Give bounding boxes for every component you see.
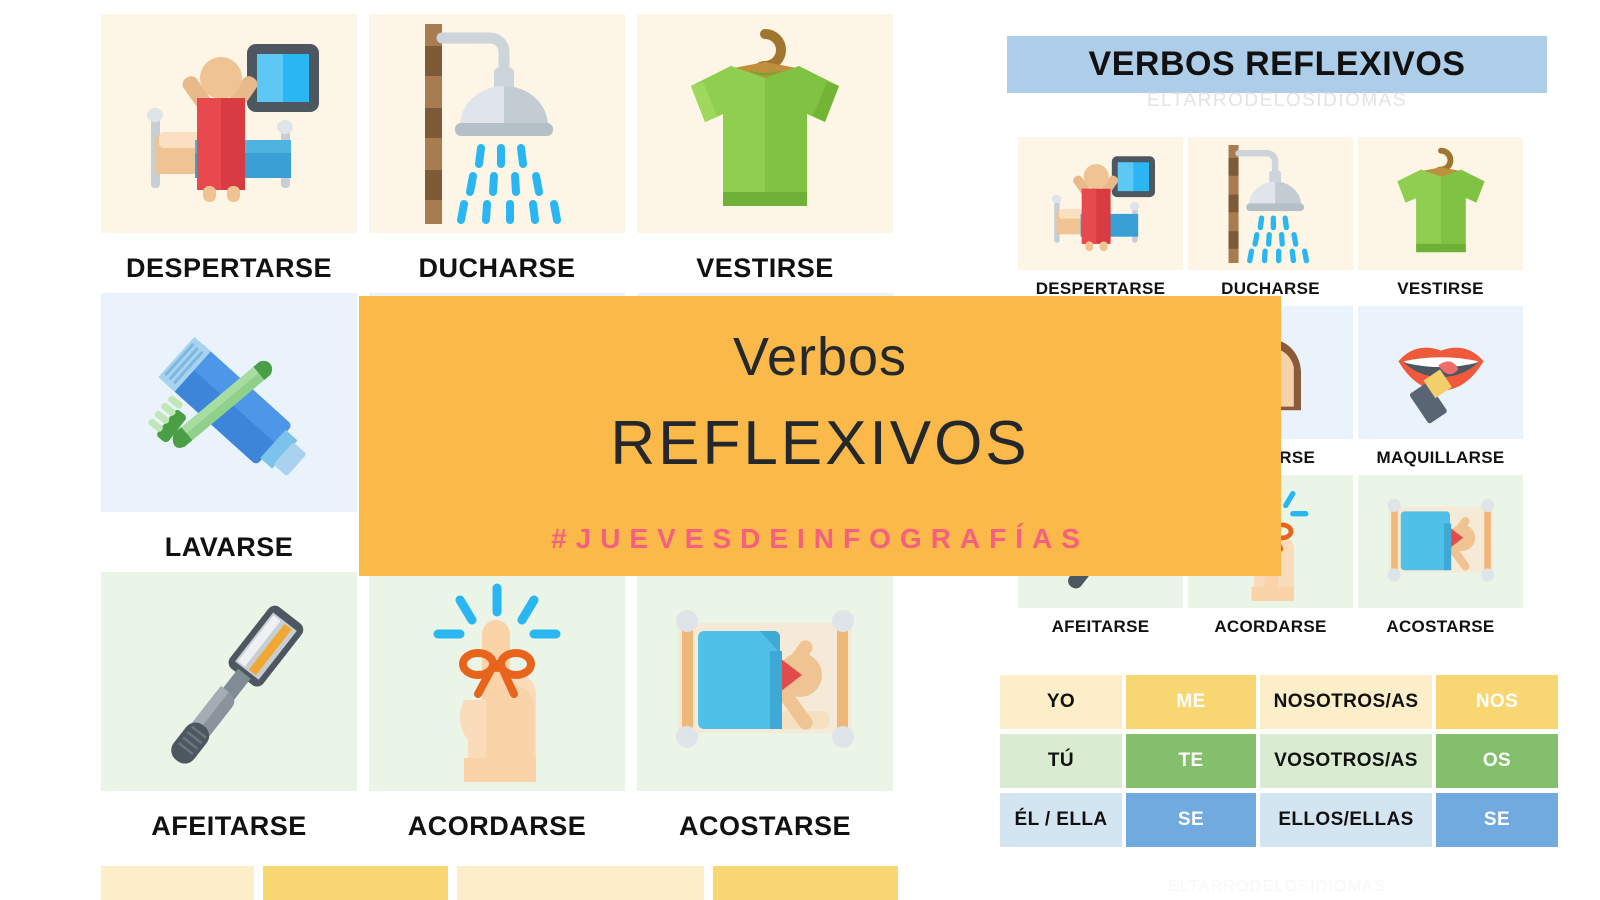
pronoun-table: YO ME NOSOTROS/AS NOS TÚ TE VOSOTROS/AS … [1000,675,1558,847]
table-cell-reflexive: SE [1436,793,1558,847]
table-cell-reflexive: OS [1436,734,1558,788]
banner-hashtag: #JUEVESDEINFOGRAFÍAS [551,523,1089,554]
verb-card-vestirse[interactable]: VESTIRSE [637,14,893,284]
wake-up-icon [147,44,319,202]
verb-tile-ducharse [369,14,625,233]
mini-label: AFEITARSE [1051,617,1150,636]
verb-tile-vestirse [637,14,893,233]
verb-label: LAVARSE [164,532,294,562]
razor-icon [171,605,304,764]
mini-label: MAQUILLARSE [1376,448,1505,467]
lipstick-icon [1397,347,1484,424]
tshirt-icon [1396,147,1485,253]
table-cell-subject: ÉL / ELLA [1000,793,1122,847]
verb-label: AFEITARSE [151,811,307,841]
table-cell-subject: YO [1000,675,1122,729]
verb-card-lavarse[interactable]: LAVARSE [101,293,357,563]
title-overlay-banner: Verbos REFLEXIVOS #JUEVESDEINFOGRAFÍAS [359,296,1281,576]
verb-tile-lavarse [101,293,357,512]
panel-title-bar: VERBOS REFLEXIVOS [1007,36,1547,93]
table-cell-reflexive: ME [1126,675,1256,729]
bottom-strip-cell [457,866,704,900]
mini-card-acostarse[interactable]: ACOSTARSE [1358,475,1523,637]
verb-card-ducharse[interactable]: DUCHARSE [369,14,625,284]
wake-up-icon [1051,155,1155,251]
toothbrush-icon [148,336,306,475]
verb-tile-despertarse [101,14,357,233]
mini-label: ACORDARSE [1214,617,1327,636]
verb-label: ACOSTARSE [678,811,851,841]
mini-card-ducharse[interactable]: DUCHARSE [1188,137,1353,299]
tshirt-icon [691,29,839,206]
infographic-canvas: DESPERTARSE DUCHARSE VESTIRSE LAVARSE AF… [0,0,1600,900]
bed-sleep-icon [1387,498,1494,582]
panel-subtitle: ELTARRODELOSIDIOMAS [1146,90,1408,111]
table-cell-subject: ELLOS/ELLAS [1260,793,1432,847]
verb-card-afeitarse[interactable]: AFEITARSE [101,572,357,842]
bed-sleep-icon [676,609,854,748]
panel-title: VERBOS REFLEXIVOS [1088,45,1466,83]
mini-card-vestirse[interactable]: VESTIRSE [1358,137,1523,299]
table-cell-reflexive: TE [1126,734,1256,788]
mini-tile-ducharse [1188,137,1353,270]
finger-bow-icon [433,583,561,782]
mini-tile-vestirse [1358,137,1523,270]
verb-card-acostarse[interactable]: ACOSTARSE [637,572,893,842]
mini-card-despertarse[interactable]: DESPERTARSE [1018,137,1183,299]
verb-label: ACORDARSE [407,811,587,841]
shower-icon [425,23,561,224]
table-cell-subject: NOSOTROS/AS [1260,675,1432,729]
verb-tile-acostarse [637,572,893,791]
verb-tile-afeitarse [101,572,357,791]
mini-card-maquillarse[interactable]: MAQUILLARSE [1358,306,1523,468]
table-cell-reflexive: SE [1126,793,1256,847]
banner-line-1: Verbos [732,327,908,387]
verb-label: DUCHARSE [418,253,576,283]
bottom-strip-cell [101,866,254,900]
panel-watermark: ELTARRODELOSIDIOMAS [1168,878,1386,895]
verb-card-despertarse[interactable]: DESPERTARSE [101,14,357,284]
table-cell-subject: TÚ [1000,734,1122,788]
bottom-strip-cell [263,866,448,900]
mini-tile-acostarse [1358,475,1523,608]
verb-label: DESPERTARSE [125,253,333,283]
table-cell-subject: VOSOTROS/AS [1260,734,1432,788]
mini-label: VESTIRSE [1397,279,1484,298]
bottom-table-strip [101,866,898,900]
mini-tile-maquillarse [1358,306,1523,439]
verb-tile-acordarse [369,572,625,791]
table-cell-reflexive: NOS [1436,675,1558,729]
verb-label: VESTIRSE [696,253,834,283]
mini-tile-despertarse [1018,137,1183,270]
verb-card-acordarse[interactable]: ACORDARSE [369,572,625,842]
banner-line-2: REFLEXIVOS [610,409,1030,478]
bottom-strip-cell [713,866,898,900]
shower-icon [1228,144,1309,263]
mini-label: ACOSTARSE [1386,617,1495,636]
